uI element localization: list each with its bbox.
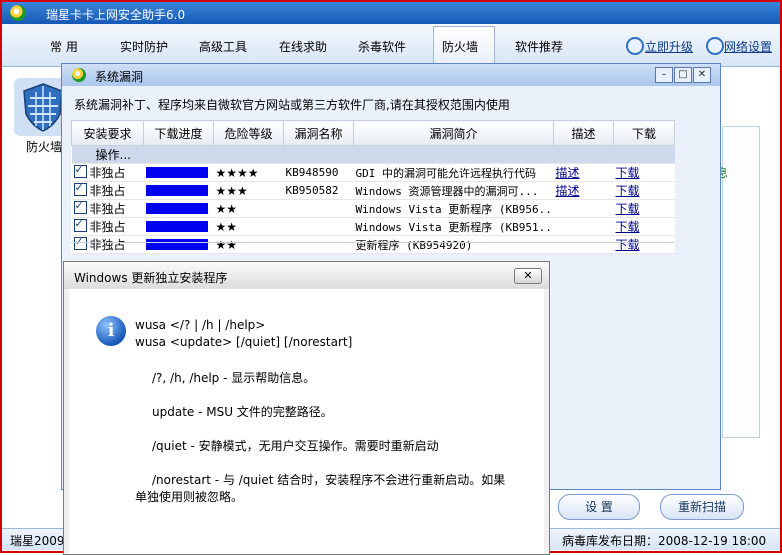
app-logo-icon [10,5,26,21]
windows-update-dialog: Windows 更新独立安装程序 ✕ i wusa </? | /h | /he… [63,261,550,555]
table-row[interactable]: 非独占 ★★★★ KB948590 GDI 中的漏洞可能允许远程执行代码 描述 … [71,163,675,182]
install-requirement: 非独占 [89,202,126,216]
risk-stars: ★★ [213,199,284,218]
column-header[interactable]: 漏洞简介 [353,120,554,146]
install-requirement: 非独占 [89,184,126,198]
download-progress-bar [145,184,208,196]
vulnerability-dialog-title: 系统漏洞 [95,70,144,84]
usage-line: wusa </? | /h | /help> [135,318,266,332]
status-left: 瑞星2009 [10,534,65,548]
menu-realtime-protection[interactable]: 实时防护 [120,38,168,55]
vulnerability-table: 安装要求 下载进度 危险等级 漏洞名称 漏洞简介 描述 下载 操作... 非独占… [71,120,675,254]
download-progress-bar [145,202,208,214]
menu-software-recommend[interactable]: 软件推荐 [515,38,563,55]
install-requirement: 非独占 [89,166,126,180]
install-checkbox[interactable] [73,182,87,196]
vulnerability-name: KB948590 [283,163,354,182]
windows-update-dialog-body: i wusa </? | /h | /help> wusa <update> [… [69,289,544,554]
title-bar: 瑞星卡卡上网安全助手6.0 [2,2,780,24]
install-checkbox[interactable] [73,164,87,178]
help-option-line: /?, /h, /help - 显示帮助信息。 [152,371,316,385]
norestart-option-line: /norestart - 与 /quiet 结合时，安装程序不会进行重新启动。如… [152,473,506,487]
signature-date: 病毒库发布日期：2008-12-19 18:00 [562,534,767,548]
group-row[interactable]: 操作... [71,145,675,164]
vulnerability-name [283,235,354,254]
firewall-label: 防火墙 [26,140,63,154]
network-settings-link[interactable]: 网络设置 [724,38,772,55]
vulnerability-summary: Windows Vista 更新程序 (KB956... [353,199,554,218]
upgrade-icon[interactable] [626,37,644,55]
dialog-logo-icon [72,68,86,82]
column-header[interactable]: 下载 [613,120,675,146]
usage-line: wusa <update> [/quiet] [/norestart] [135,335,353,349]
download-progress-bar [145,220,208,232]
vulnerability-name: KB950582 [283,181,354,200]
vulnerability-summary: GDI 中的漏洞可能允许远程执行代码 [353,163,554,182]
column-header[interactable]: 漏洞名称 [283,120,354,146]
network-settings-icon[interactable] [706,37,724,55]
install-checkbox[interactable] [73,200,87,214]
description-link[interactable]: 描述 [556,184,580,198]
vulnerability-description: 系统漏洞补丁、程序均来自微软官方网站或第三方软件厂商,请在其授权范围内使用 [74,98,510,112]
download-link[interactable]: 下载 [616,220,640,234]
settings-button[interactable]: 设 置 [558,494,640,520]
download-link[interactable]: 下载 [616,166,640,180]
table-row[interactable]: 非独占 ★★ 更新程序 (KB954920) 下载 [71,235,675,254]
menu-antivirus[interactable]: 杀毒软件 [358,38,406,55]
table-row[interactable]: 非独占 ★★ Windows Vista 更新程序 (KB956... 下载 [71,199,675,218]
download-progress-bar [145,238,208,250]
column-header[interactable]: 描述 [553,120,614,146]
upgrade-link[interactable]: 立即升级 [645,38,693,55]
column-header[interactable]: 危险等级 [213,120,284,146]
install-requirement: 非独占 [89,220,126,234]
install-requirement: 非独占 [89,238,126,252]
norestart-option-line-cont: 单独使用则被忽略。 [135,490,244,504]
vulnerability-summary: Windows 资源管理器中的漏洞可... [353,181,554,200]
info-icon: i [96,316,126,346]
description-link[interactable]: 描述 [556,166,580,180]
download-progress-bar [145,166,208,178]
close-icon[interactable]: ✕ [693,67,711,83]
group-label: 操作... [71,145,675,164]
minimize-icon[interactable]: – [655,67,673,83]
vulnerability-summary: Windows Vista 更新程序 (KB951... [353,217,554,236]
install-checkbox[interactable] [73,236,87,250]
menu-bar: 常 用 实时防护 高级工具 在线求助 杀毒软件 防火墙 软件推荐 立即升级 网络… [2,24,780,67]
rescan-button[interactable]: 重新扫描 [660,494,744,520]
close-icon[interactable]: ✕ [514,268,542,284]
download-link[interactable]: 下载 [616,202,640,216]
menu-firewall[interactable]: 防火墙 [442,38,478,55]
download-link[interactable]: 下载 [616,238,640,252]
menu-advanced-tools[interactable]: 高级工具 [199,38,247,55]
windows-update-dialog-titlebar: Windows 更新独立安装程序 ✕ [64,262,549,289]
menu-common[interactable]: 常 用 [50,38,78,55]
table-header-row: 安装要求 下载进度 危险等级 漏洞名称 漏洞简介 描述 下载 [71,120,675,146]
vulnerability-name [283,199,354,218]
risk-stars: ★★★★ [213,163,284,182]
risk-stars: ★★ [213,235,284,254]
menu-online-help[interactable]: 在线求助 [279,38,327,55]
app-title: 瑞星卡卡上网安全助手6.0 [46,8,186,22]
column-header[interactable]: 安装要求 [71,120,144,146]
column-header[interactable]: 下载进度 [143,120,214,146]
download-link[interactable]: 下载 [616,184,640,198]
install-checkbox[interactable] [73,218,87,232]
vulnerability-summary: 更新程序 (KB954920) [353,235,554,254]
table-row[interactable]: 非独占 ★★★ KB950582 Windows 资源管理器中的漏洞可... 描… [71,181,675,200]
risk-stars: ★★ [213,217,284,236]
table-row[interactable]: 非独占 ★★ Windows Vista 更新程序 (KB951... 下载 [71,217,675,236]
risk-stars: ★★★ [213,181,284,200]
maximize-icon[interactable]: □ [674,67,692,83]
vulnerability-name [283,217,354,236]
windows-update-dialog-title: Windows 更新独立安装程序 [74,271,228,285]
table-bottom-divider [71,242,674,243]
quiet-option-line: /quiet - 安静模式，无用户交互操作。需要时重新启动 [152,439,439,453]
update-option-line: update - MSU 文件的完整路径。 [152,405,333,419]
vulnerability-dialog-titlebar: 系统漏洞 – □ ✕ [62,64,720,86]
